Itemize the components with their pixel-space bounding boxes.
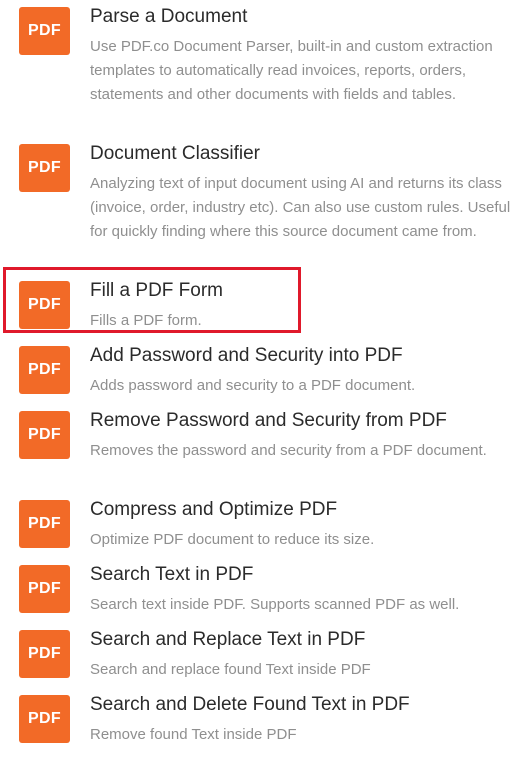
pdf-badge-label: PDF (28, 515, 61, 532)
action-title: Fill a PDF Form (90, 280, 223, 301)
action-description: Analyzing text of input document using A… (90, 175, 511, 240)
action-item-add-password[interactable]: PDF Add Password and Security into PDF A… (0, 339, 521, 399)
action-title: Compress and Optimize PDF (90, 499, 338, 520)
action-title: Search Text in PDF (90, 564, 254, 585)
pdf-badge-label: PDF (28, 580, 61, 597)
action-description: Search and replace found Text inside PDF (90, 661, 371, 678)
pdf-badge-label: PDF (28, 645, 61, 662)
pdf-icon: PDF (19, 695, 70, 743)
action-item-document-classifier[interactable]: PDF Document Classifier Analyzing text o… (0, 137, 521, 267)
pdf-icon: PDF (19, 144, 70, 192)
action-description: Adds password and security to a PDF docu… (90, 377, 416, 394)
pdf-badge-label: PDF (28, 710, 61, 727)
action-title: Search and Replace Text in PDF (90, 629, 366, 650)
action-description: Optimize PDF document to reduce its size… (90, 531, 375, 548)
pdf-icon: PDF (19, 7, 70, 55)
action-item-parse-document[interactable]: PDF Parse a Document Use PDF.co Document… (0, 0, 521, 135)
pdf-badge-label: PDF (28, 296, 61, 313)
action-title: Parse a Document (90, 6, 248, 27)
pdf-icon: PDF (19, 500, 70, 548)
action-description: Search text inside PDF. Supports scanned… (90, 596, 460, 613)
action-title: Search and Delete Found Text in PDF (90, 694, 410, 715)
pdf-icon: PDF (19, 281, 70, 329)
action-description: Remove found Text inside PDF (90, 726, 297, 743)
action-item-fill-pdf-form[interactable]: PDF Fill a PDF Form Fills a PDF form. (0, 274, 521, 334)
pdf-badge-label: PDF (28, 159, 61, 176)
action-item-compress-optimize[interactable]: PDF Compress and Optimize PDF Optimize P… (0, 493, 521, 553)
action-title: Remove Password and Security from PDF (90, 410, 447, 431)
action-title: Add Password and Security into PDF (90, 345, 403, 366)
action-title: Document Classifier (90, 143, 260, 164)
pdf-badge-label: PDF (28, 426, 61, 443)
pdf-icon: PDF (19, 346, 70, 394)
action-item-remove-password[interactable]: PDF Remove Password and Security from PD… (0, 404, 521, 489)
action-item-search-text[interactable]: PDF Search Text in PDF Search text insid… (0, 558, 521, 618)
action-description: Removes the password and security from a… (90, 442, 487, 459)
action-description: Use PDF.co Document Parser, built-in and… (90, 38, 493, 103)
pdf-badge-label: PDF (28, 361, 61, 378)
action-item-search-delete[interactable]: PDF Search and Delete Found Text in PDF … (0, 688, 521, 748)
pdf-icon: PDF (19, 630, 70, 678)
action-description: Fills a PDF form. (90, 312, 202, 329)
pdf-icon: PDF (19, 411, 70, 459)
pdf-badge-label: PDF (28, 22, 61, 39)
action-item-search-replace[interactable]: PDF Search and Replace Text in PDF Searc… (0, 623, 521, 683)
pdf-icon: PDF (19, 565, 70, 613)
